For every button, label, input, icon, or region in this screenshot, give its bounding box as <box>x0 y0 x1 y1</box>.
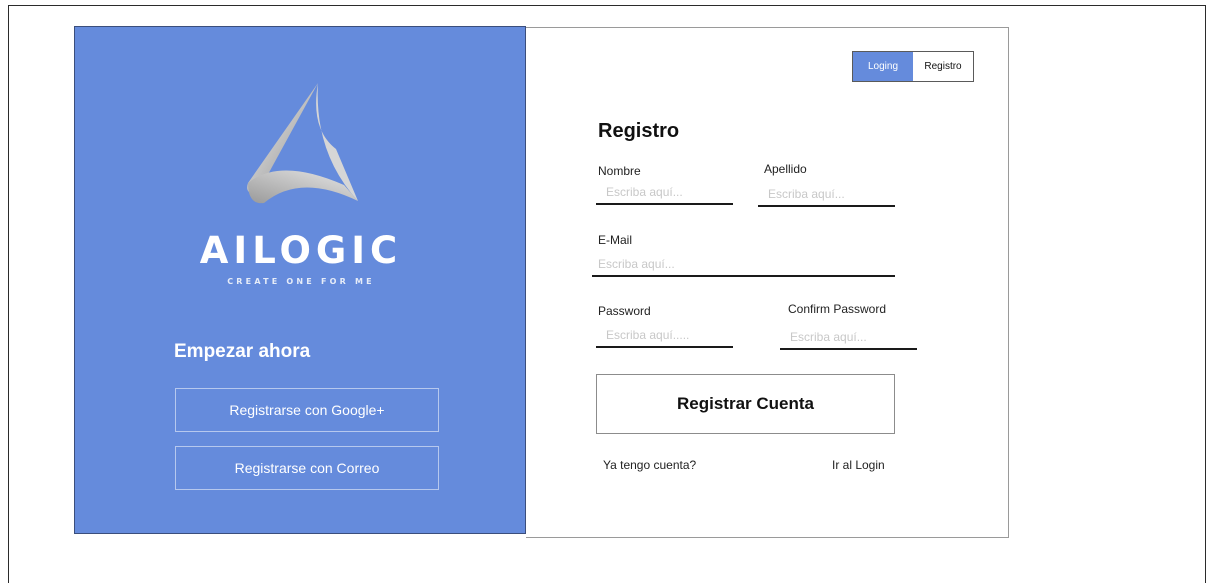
register-panel: Loging Registro Registro Nombre Apellido… <box>526 27 1009 538</box>
confirm-password-label: Confirm Password <box>788 302 887 316</box>
email-label: E-Mail <box>598 233 633 247</box>
confirm-password-input[interactable] <box>780 326 917 350</box>
register-email-button[interactable]: Registrarse con Correo <box>175 446 439 490</box>
auth-tabs: Loging Registro <box>852 51 974 82</box>
password-label: Password <box>598 304 651 318</box>
password-input[interactable] <box>596 324 733 348</box>
brand-name: AILOGIC <box>199 229 403 272</box>
tab-registro[interactable]: Registro <box>913 52 973 81</box>
apellido-label: Apellido <box>764 162 807 176</box>
nombre-label: Nombre <box>598 164 641 178</box>
apellido-input[interactable] <box>758 183 895 207</box>
brand-tagline: CREATE ONE FOR ME <box>227 277 375 286</box>
ailogic-logo-icon <box>247 83 358 204</box>
tab-loging[interactable]: Loging <box>853 52 913 81</box>
brand-panel: AILOGIC CREATE ONE FOR ME Empezar ahora … <box>74 26 526 534</box>
nombre-input[interactable] <box>596 181 733 205</box>
email-input[interactable] <box>592 253 895 277</box>
go-to-login-link[interactable]: Ir al Login <box>832 458 885 472</box>
form-title: Registro <box>598 120 680 142</box>
register-account-button[interactable]: Registrar Cuenta <box>596 374 895 434</box>
register-google-button[interactable]: Registrarse con Google+ <box>175 388 439 432</box>
have-account-text: Ya tengo cuenta? <box>603 458 697 472</box>
start-title: Empezar ahora <box>174 341 311 362</box>
